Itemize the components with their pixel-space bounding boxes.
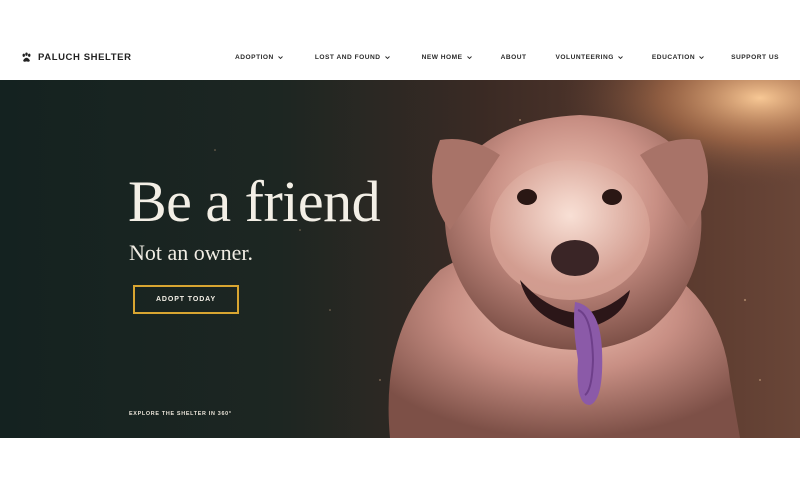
nav-item-label: LOST AND FOUND: [314, 54, 381, 61]
paw-icon: [22, 52, 31, 62]
adopt-today-button[interactable]: ADOPT TODAY: [133, 285, 239, 314]
hero-section: Be a friend Not an owner. ADOPT TODAY EX…: [0, 80, 800, 438]
nav-item-label: SUPPORT US: [731, 54, 779, 61]
chevron-down-icon: [699, 56, 704, 60]
hero-headline: Be a friend: [128, 169, 381, 234]
nav-item-label: VOLUNTEERING: [555, 54, 614, 61]
nav-item-label: NEW HOME: [421, 54, 463, 61]
page: PALUCH SHELTER ADOPTION LOST AND FOUND N…: [0, 0, 800, 480]
nav-item-lost-and-found[interactable]: LOST AND FOUND: [315, 54, 390, 61]
nav-item-education[interactable]: EDUCATION: [652, 54, 704, 61]
site-header: PALUCH SHELTER ADOPTION LOST AND FOUND N…: [0, 0, 800, 80]
explore-360-link[interactable]: EXPLORE THE SHELTER IN 360°: [129, 411, 232, 417]
nav-item-label: ABOUT: [500, 54, 527, 61]
chevron-down-icon: [618, 56, 623, 60]
chevron-down-icon: [384, 56, 390, 60]
nav-item-adoption[interactable]: ADOPTION: [235, 54, 283, 61]
brand-logo[interactable]: PALUCH SHELTER: [21, 52, 132, 63]
chevron-down-icon: [278, 56, 283, 60]
main-nav: ADOPTION LOST AND FOUND NEW HOME ABOUT V…: [235, 54, 779, 61]
nav-item-label: EDUCATION: [651, 54, 696, 61]
dog-photo: [0, 80, 800, 438]
nav-item-new-home[interactable]: NEW HOME: [422, 54, 472, 61]
nav-item-support-us[interactable]: SUPPORT US: [731, 54, 779, 61]
hero-subheadline: Not an owner.: [129, 240, 254, 265]
brand-name: PALUCH SHELTER: [38, 52, 132, 63]
nav-item-label: ADOPTION: [235, 54, 274, 61]
nav-item-volunteering[interactable]: VOLUNTEERING: [556, 54, 623, 61]
chevron-down-icon: [466, 56, 472, 60]
nav-item-about[interactable]: ABOUT: [501, 54, 527, 61]
